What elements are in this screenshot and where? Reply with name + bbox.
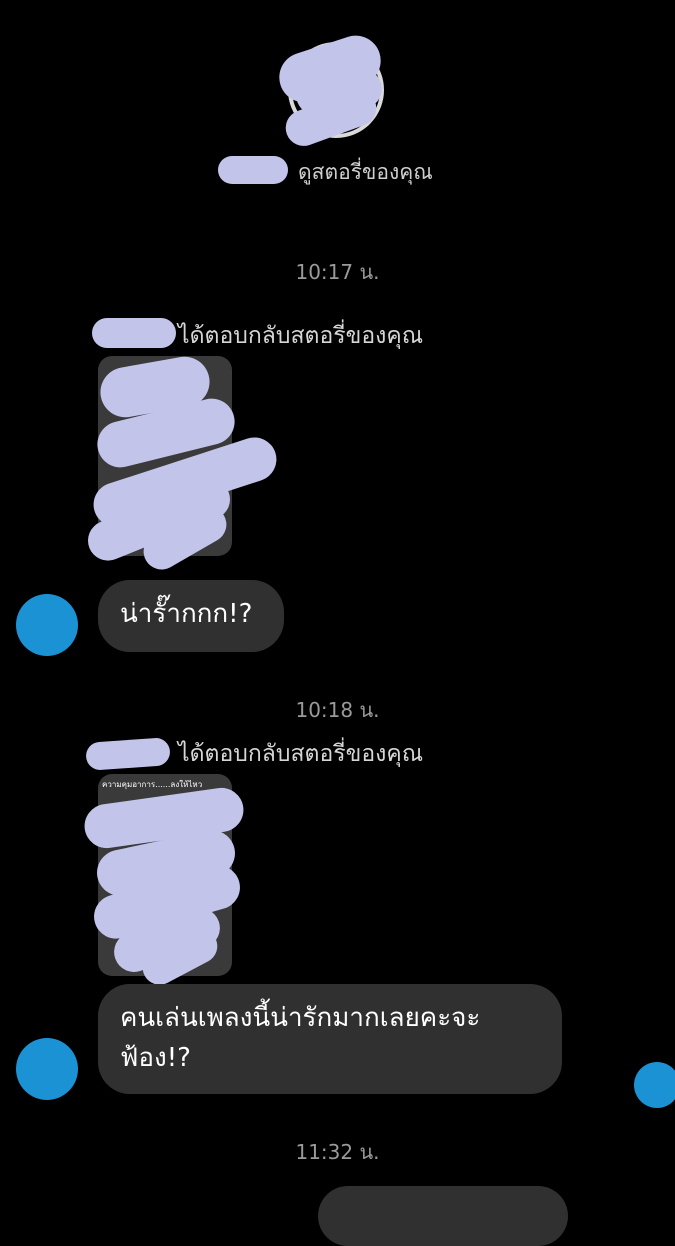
message-bubble-partial[interactable] bbox=[318, 1186, 568, 1246]
username-redaction bbox=[85, 737, 171, 771]
sender-avatar[interactable] bbox=[16, 594, 78, 656]
message-bubble[interactable]: น่ารั๊ากกก!? bbox=[98, 580, 284, 652]
username-redaction bbox=[92, 318, 176, 348]
story-reply-label: ได้ตอบกลับสตอรี่ของคุณ bbox=[178, 741, 424, 767]
story-reply-label: ได้ตอบกลับสตอรี่ของคุณ bbox=[178, 323, 424, 349]
timestamp: 11:32 น. bbox=[295, 1140, 380, 1164]
viewed-story-line: ดูสตอรี่ของคุณ bbox=[218, 152, 478, 188]
timestamp: 10:17 น. bbox=[295, 260, 380, 284]
message-bubble[interactable]: คนเล่นเพลงนี้น่ารักมากเลยคะจะฟ้อง!? bbox=[98, 984, 562, 1094]
viewed-story-text: ดูสตอรี่ของคุณ bbox=[298, 160, 433, 184]
story-caption: ความคุมอาการ......ลงให้ไหว bbox=[102, 780, 203, 789]
sender-avatar[interactable] bbox=[16, 1038, 78, 1100]
seen-avatar bbox=[634, 1062, 675, 1108]
message-text: คนเล่นเพลงนี้น่ารักมากเลยคะจะฟ้อง!? bbox=[120, 1003, 481, 1074]
timestamp: 10:18 น. bbox=[295, 698, 380, 722]
username-redaction bbox=[218, 156, 288, 184]
message-text: น่ารั๊ากกก!? bbox=[120, 599, 253, 629]
